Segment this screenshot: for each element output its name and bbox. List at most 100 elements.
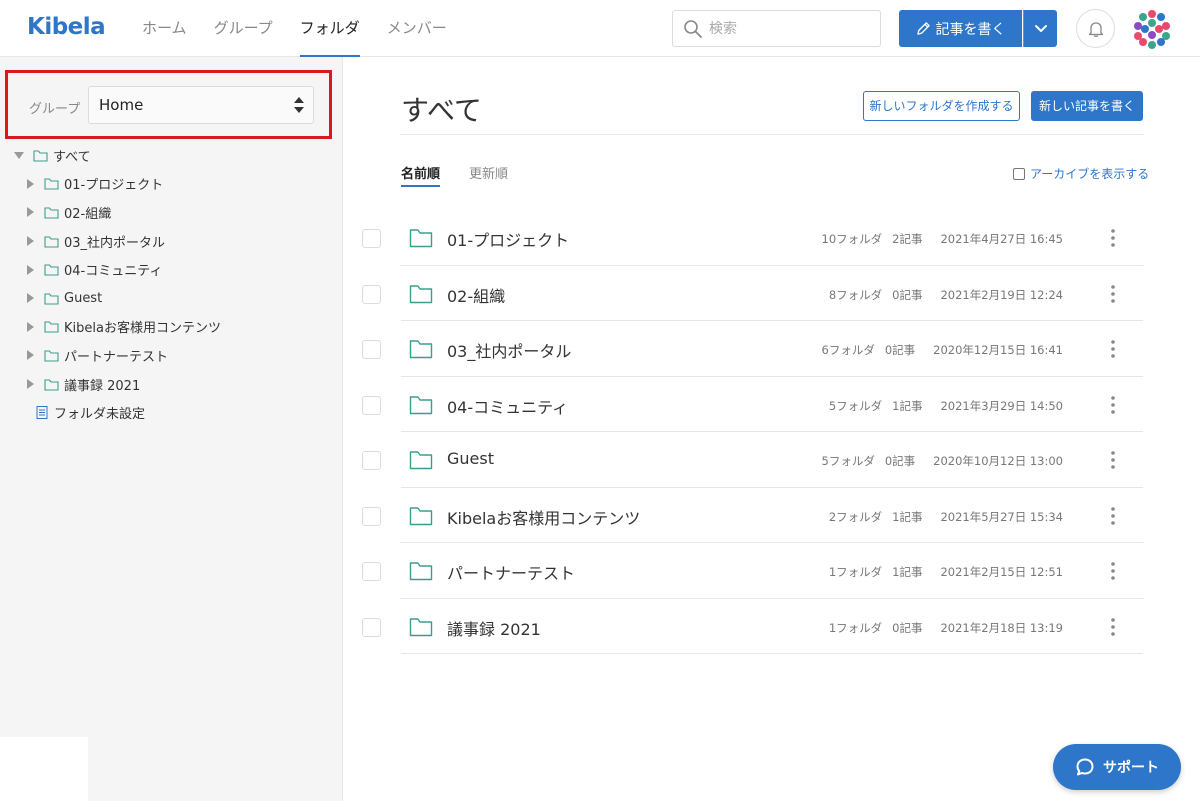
folder-name[interactable]: 01-プロジェクト <box>447 227 569 251</box>
updated-at: 2021年2月18日 13:19 <box>940 620 1063 635</box>
tree-item-folder[interactable]: Kibelaお客様用コンテンツ <box>0 313 343 342</box>
folder-row[interactable]: 02-組織 8フォルダ 0記事 2021年2月19日 12:24 <box>343 266 1200 321</box>
folder-row[interactable]: 01-プロジェクト 10フォルダ 2記事 2021年4月27日 16:45 <box>343 210 1200 266</box>
archive-checkbox[interactable] <box>1013 167 1025 180</box>
row-checkbox[interactable] <box>362 340 381 359</box>
write-note-button[interactable]: 記事を書く <box>899 10 1022 47</box>
tree-item-folder[interactable]: 04-コミュニティ <box>0 255 343 284</box>
main-nav: ホーム グループ フォルダ メンバー <box>142 0 474 57</box>
caret-right-icon[interactable] <box>25 236 35 247</box>
folder-name[interactable]: パートナーテスト <box>447 560 575 584</box>
caret-right-icon[interactable] <box>25 293 35 304</box>
folder-name[interactable]: 02-組織 <box>447 283 505 307</box>
folder-name[interactable]: 04-コミュニティ <box>447 394 568 418</box>
show-archive-toggle[interactable]: アーカイブを表示する <box>1013 165 1149 182</box>
note-count: 1記事 <box>892 509 923 524</box>
group-select[interactable]: Home <box>88 86 314 124</box>
folder-row[interactable]: パートナーテスト 1フォルダ 1記事 2021年2月15日 12:51 <box>343 543 1200 599</box>
row-checkbox[interactable] <box>362 395 381 415</box>
tree-item-folder[interactable]: Guest <box>0 284 343 313</box>
more-options-icon[interactable] <box>1107 338 1119 360</box>
user-avatar[interactable] <box>1131 8 1173 50</box>
caret-down-icon[interactable] <box>14 150 24 160</box>
more-options-icon[interactable] <box>1107 283 1119 305</box>
folder-name[interactable]: Kibelaお客様用コンテンツ <box>447 505 640 529</box>
caret-right-icon[interactable] <box>25 264 35 275</box>
more-options-icon[interactable] <box>1107 394 1119 416</box>
chevron-down-icon <box>1034 24 1047 32</box>
search-input[interactable] <box>709 11 874 46</box>
folder-count: 1フォルダ <box>828 565 883 579</box>
folder-row[interactable]: 03_社内ポータル 6フォルダ 0記事 2020年12月15日 16:41 <box>343 321 1200 377</box>
updated-at: 2021年2月19日 12:24 <box>940 287 1063 302</box>
top-bar: Kibela ホーム グループ フォルダ メンバー 記事を書く <box>0 0 1200 57</box>
more-options-icon[interactable] <box>1107 560 1119 582</box>
tree-item-label: 01-プロジェクト <box>64 178 164 194</box>
tree-item-folder[interactable]: 02-組織 <box>0 198 343 227</box>
search-box[interactable] <box>672 10 881 47</box>
folder-name[interactable]: 03_社内ポータル <box>447 338 571 362</box>
note-count: 0記事 <box>884 343 916 357</box>
caret-right-icon[interactable] <box>25 350 35 361</box>
folder-count: 8フォルダ <box>828 287 883 302</box>
pencil-icon <box>916 22 930 35</box>
folder-name[interactable]: 議事録 2021 <box>447 616 541 640</box>
caret-right-icon[interactable] <box>25 207 35 218</box>
row-checkbox[interactable] <box>362 617 381 637</box>
note-count: 0記事 <box>884 454 916 468</box>
tree-item-folder[interactable]: パートナーテスト <box>0 341 343 370</box>
row-checkbox[interactable] <box>362 451 381 470</box>
nav-groups[interactable]: グループ <box>214 0 273 57</box>
folder-row[interactable]: Guest 5フォルダ 0記事 2020年10月12日 13:00 <box>343 432 1200 488</box>
folder-meta: 2フォルダ 1記事 2021年5月27日 15:34 <box>819 509 1063 525</box>
folder-name[interactable]: Guest <box>447 449 494 468</box>
folder-icon <box>44 321 59 333</box>
new-folder-button[interactable]: 新しいフォルダを作成する <box>863 91 1020 121</box>
sidebar-corner <box>0 737 88 801</box>
note-count: 0記事 <box>892 287 923 302</box>
folder-icon <box>409 506 433 525</box>
caret-right-icon[interactable] <box>25 178 35 189</box>
folder-row[interactable]: 04-コミュニティ 5フォルダ 1記事 2021年3月29日 14:50 <box>343 377 1200 432</box>
sidebar: グループ Home すべて 01-プロジェクト 02-組織 03_社内ポータル … <box>0 57 343 801</box>
more-options-icon[interactable] <box>1107 616 1119 638</box>
more-options-icon[interactable] <box>1107 227 1119 249</box>
group-label: グループ <box>29 102 81 117</box>
nav-home[interactable]: ホーム <box>142 0 187 57</box>
row-checkbox[interactable] <box>362 506 381 526</box>
tree-item-folder[interactable]: 議事録 2021 <box>0 370 343 399</box>
more-options-icon[interactable] <box>1107 449 1119 471</box>
kibela-logo[interactable]: Kibela <box>27 14 106 40</box>
updated-at: 2021年4月27日 16:45 <box>940 232 1063 246</box>
tree-item-folder[interactable]: 03_社内ポータル <box>0 227 343 256</box>
updated-at: 2020年12月15日 16:41 <box>933 343 1063 357</box>
notifications-button[interactable] <box>1076 9 1115 48</box>
support-button[interactable]: サポート <box>1053 744 1181 790</box>
note-count: 1記事 <box>892 398 923 413</box>
tree-item-label: パートナーテスト <box>64 349 169 365</box>
caret-right-icon[interactable] <box>25 379 35 390</box>
caret-right-icon[interactable] <box>25 321 35 332</box>
write-note-label: 記事を書く <box>935 21 1006 38</box>
tree-item-label: Kibelaお客様用コンテンツ <box>64 321 221 337</box>
folder-count: 1フォルダ <box>828 620 883 635</box>
note-count: 0記事 <box>892 620 923 635</box>
row-checkbox[interactable] <box>362 562 381 581</box>
more-options-icon[interactable] <box>1107 505 1119 527</box>
folder-icon <box>409 562 433 581</box>
row-checkbox[interactable] <box>362 284 381 304</box>
row-checkbox[interactable] <box>362 229 381 248</box>
tab-sort-by-updated[interactable]: 更新順 <box>469 163 508 185</box>
nav-folders[interactable]: フォルダ <box>299 0 360 57</box>
nav-members[interactable]: メンバー <box>387 0 447 57</box>
new-note-button[interactable]: 新しい記事を書く <box>1031 91 1143 121</box>
tree-item-unset[interactable]: フォルダ未設定 <box>0 398 343 427</box>
folder-row[interactable]: 議事録 2021 1フォルダ 0記事 2021年2月18日 13:19 <box>343 599 1200 654</box>
folder-icon <box>409 229 433 248</box>
folder-row[interactable]: Kibelaお客様用コンテンツ 2フォルダ 1記事 2021年5月27日 15:34 <box>343 488 1200 543</box>
tree-item-all[interactable]: すべて <box>0 141 343 170</box>
tree-item-folder[interactable]: 01-プロジェクト <box>0 170 343 199</box>
tree-item-label: 02-組織 <box>64 206 112 222</box>
tab-sort-by-name[interactable]: 名前順 <box>401 163 441 187</box>
write-dropdown-button[interactable] <box>1023 10 1057 47</box>
